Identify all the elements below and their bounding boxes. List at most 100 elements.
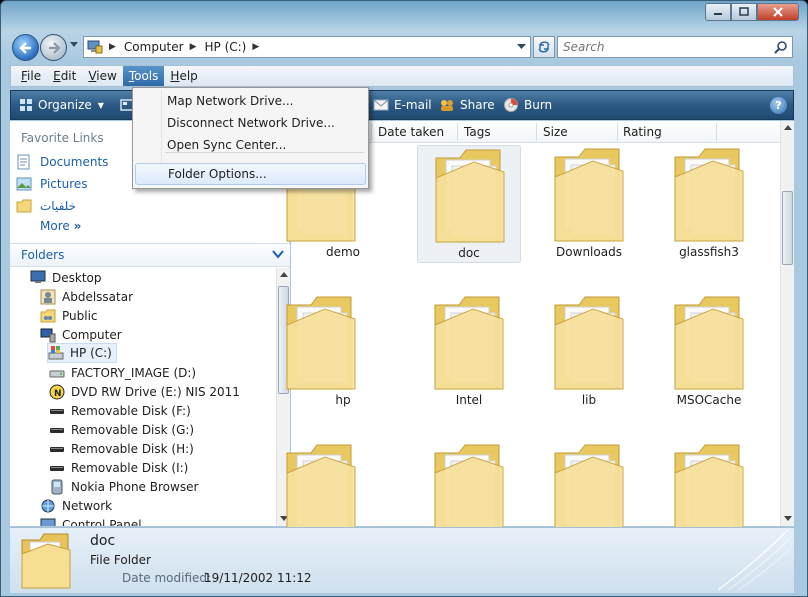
tree-item-dvd-drive[interactable]: N DVD RW Drive (E:) NIS 2011 (49, 382, 240, 401)
phone-icon (49, 479, 65, 495)
desktop-icon (30, 270, 46, 286)
svg-text:N: N (54, 389, 62, 399)
search-input[interactable] (558, 37, 758, 57)
folder-icon (554, 296, 624, 390)
forward-button[interactable] (40, 34, 67, 61)
file-view-scrollbar[interactable] (780, 121, 794, 526)
tree-item-nokia-browser[interactable]: Nokia Phone Browser (49, 477, 198, 496)
pictures-icon (16, 176, 32, 192)
menu-view[interactable]: View (82, 66, 122, 86)
tree-item-removable-h[interactable]: Removable Disk (H:) (49, 439, 194, 458)
breadcrumb-drive[interactable]: HP (C:) (205, 40, 247, 54)
column-date-taken[interactable]: Date taken (378, 125, 444, 139)
folder-icon (554, 148, 624, 242)
menu-item-disconnect-network-drive[interactable]: Disconnect Network Drive... (135, 112, 366, 134)
file-tile[interactable]: Downloads (537, 145, 641, 263)
details-modified-label: Date modified: (122, 571, 212, 585)
tree-item-control-panel[interactable]: Control Panel (40, 515, 142, 526)
burn-button[interactable]: Burn (495, 91, 560, 119)
tree-item-factory-image[interactable]: FACTORY_IMAGE (D:) (49, 363, 196, 382)
email-button[interactable]: E-mail (365, 91, 440, 119)
breadcrumb-computer[interactable]: Computer (124, 40, 184, 54)
menu-tools[interactable]: Tools (122, 66, 165, 86)
share-button[interactable]: Share (431, 91, 503, 119)
menu-separator (165, 152, 364, 153)
file-tile[interactable]: glassfish3 (657, 145, 761, 263)
file-tile[interactable]: lib (537, 293, 641, 411)
scroll-up-icon[interactable] (280, 272, 288, 278)
menu-edit[interactable]: Edit (47, 66, 82, 86)
more-link[interactable]: More » (40, 219, 81, 233)
back-button[interactable] (12, 34, 39, 61)
control-panel-icon (40, 517, 56, 526)
recent-pages-chevron-icon[interactable] (70, 42, 78, 48)
scroll-up-icon[interactable] (784, 125, 792, 131)
menu-item-map-network-drive[interactable]: Map Network Drive... (135, 90, 366, 112)
computer-icon (87, 40, 103, 54)
menu-item-folder-options[interactable]: Folder Options... (135, 163, 366, 185)
favorite-arabic-folder[interactable]: خلفيات (16, 196, 76, 216)
favorite-label: Documents (40, 155, 109, 169)
file-tile-label: demo (325, 245, 361, 259)
organize-label: Organize (38, 98, 92, 112)
favorite-pictures[interactable]: Pictures (16, 174, 88, 194)
file-tile-label: MSOCache (676, 393, 742, 407)
search-box[interactable] (557, 36, 793, 58)
tree-item-computer[interactable]: Computer (40, 325, 122, 344)
close-button[interactable] (757, 3, 799, 21)
dvd-drive-icon: N (49, 384, 65, 400)
scroll-thumb[interactable] (782, 191, 793, 265)
folder-icon (674, 296, 744, 390)
maximize-button[interactable] (731, 3, 757, 21)
column-rating[interactable]: Rating (623, 125, 662, 139)
folders-header[interactable]: Folders (10, 243, 290, 267)
tree-item-removable-g[interactable]: Removable Disk (G:) (49, 420, 194, 439)
windows-drive-icon (48, 345, 64, 361)
details-name: doc (90, 533, 116, 549)
column-tags[interactable]: Tags (464, 125, 491, 139)
tree-item-hp-c[interactable]: HP (C:) (47, 343, 117, 363)
organize-button[interactable]: Organize ▼ (11, 91, 112, 119)
file-tile-label: Downloads (556, 245, 622, 259)
column-size[interactable]: Size (543, 125, 568, 139)
file-tile[interactable]: doc (417, 145, 521, 263)
folder-icon (16, 198, 32, 214)
address-bar[interactable]: ▶ Computer ▶ HP (C:) ▶ (83, 36, 531, 58)
minimize-button[interactable] (705, 3, 731, 21)
chevron-down-icon (272, 250, 284, 259)
address-dropdown-icon[interactable] (517, 44, 526, 50)
folder-preview-icon (21, 533, 71, 589)
file-tile-label: doc (458, 246, 480, 260)
file-tile[interactable]: hp (286, 293, 395, 411)
details-type: File Folder (90, 553, 151, 567)
folder-icon (554, 444, 624, 538)
refresh-button[interactable] (533, 36, 555, 58)
tree-item-desktop[interactable]: Desktop (30, 268, 102, 287)
menu-bar: File Edit View Tools Help (10, 65, 794, 87)
tree-item-removable-f[interactable]: Removable Disk (F:) (49, 401, 191, 420)
favorite-documents[interactable]: Documents (16, 152, 108, 172)
help-button[interactable]: ? (770, 97, 787, 114)
tree-item-public[interactable]: Public (40, 306, 98, 325)
favorite-label: Pictures (40, 177, 88, 191)
more-chevron-icon: » (73, 219, 82, 233)
file-tile-label: lib (581, 393, 597, 407)
caption-buttons (705, 3, 799, 21)
removable-disk-icon (49, 460, 65, 476)
folder-tree: Desktop Abdelssatar Public Computer HP (… (10, 268, 276, 526)
file-tile[interactable]: Intel (417, 293, 521, 411)
user-folder-icon (40, 289, 56, 305)
tree-item-removable-i[interactable]: Removable Disk (I:) (49, 458, 188, 477)
minimize-icon (714, 13, 722, 15)
removable-disk-icon (49, 441, 65, 457)
search-icon[interactable] (774, 40, 788, 54)
scroll-down-icon[interactable] (784, 516, 792, 522)
tree-item-user[interactable]: Abdelssatar (40, 287, 133, 306)
computer-icon (40, 327, 56, 343)
tree-item-network[interactable]: Network (40, 496, 112, 515)
menu-file[interactable]: File (15, 66, 47, 86)
menu-help[interactable]: Help (164, 66, 203, 86)
close-icon (773, 7, 783, 17)
network-icon (40, 498, 56, 514)
file-tile[interactable]: MSOCache (657, 293, 761, 411)
